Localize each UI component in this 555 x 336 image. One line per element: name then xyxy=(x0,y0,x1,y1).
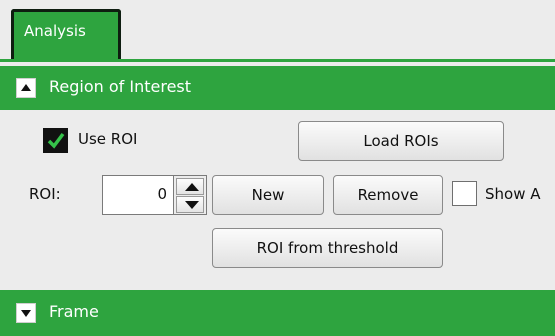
roi-section-title: Region of Interest xyxy=(49,77,192,96)
show-all-checkbox[interactable] xyxy=(452,181,477,206)
load-rois-label: Load ROIs xyxy=(363,132,439,150)
remove-roi-button[interactable]: Remove xyxy=(333,175,443,215)
checkmark-icon xyxy=(47,132,65,149)
roi-from-threshold-button[interactable]: ROI from threshold xyxy=(212,228,443,268)
remove-roi-label: Remove xyxy=(357,186,419,204)
roi-number-value: 0 xyxy=(157,185,167,203)
show-all-label: Show A xyxy=(485,185,541,203)
roi-from-threshold-label: ROI from threshold xyxy=(256,239,399,257)
spin-up-button[interactable] xyxy=(176,178,204,195)
collapse-toggle[interactable] xyxy=(16,78,36,98)
roi-section-header[interactable]: Region of Interest xyxy=(0,66,555,110)
arrow-down-icon xyxy=(185,201,199,209)
tab-underline xyxy=(0,59,555,62)
frame-section-header[interactable]: Frame xyxy=(0,290,555,336)
roi-number-input[interactable]: 0 xyxy=(102,175,174,215)
triangle-down-icon xyxy=(21,310,31,317)
frame-section-title: Frame xyxy=(49,302,99,321)
triangle-up-icon xyxy=(21,84,31,91)
load-rois-button[interactable]: Load ROIs xyxy=(298,121,504,161)
tab-analysis[interactable]: Analysis xyxy=(11,9,121,59)
tab-strip: Analysis xyxy=(0,0,555,62)
expand-toggle[interactable] xyxy=(16,303,36,323)
roi-label: ROI: xyxy=(29,185,61,203)
use-roi-label: Use ROI xyxy=(78,130,138,148)
tab-analysis-label: Analysis xyxy=(24,22,86,40)
new-roi-label: New xyxy=(251,186,285,204)
spin-down-button[interactable] xyxy=(176,196,204,213)
use-roi-checkbox[interactable] xyxy=(43,128,68,153)
roi-spinner[interactable] xyxy=(173,175,207,215)
arrow-up-icon xyxy=(185,183,199,191)
new-roi-button[interactable]: New xyxy=(212,175,324,215)
